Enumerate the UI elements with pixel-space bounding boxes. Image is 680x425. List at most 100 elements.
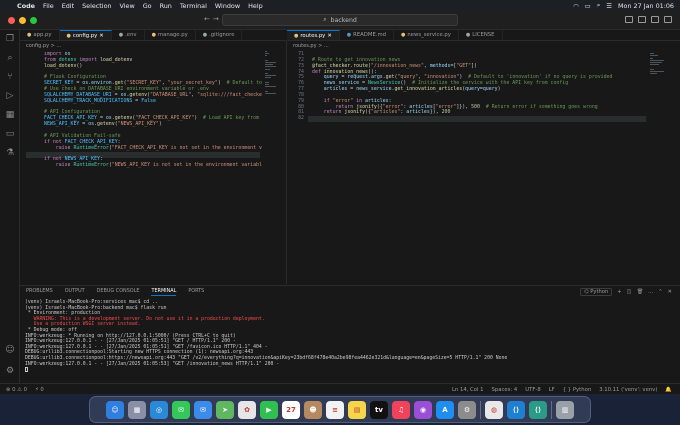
panel-tab-output[interactable]: OUTPUT xyxy=(65,288,85,296)
new-terminal-icon[interactable]: + xyxy=(617,289,621,295)
problems-status[interactable]: ⊗ 0 ⚠ 0 xyxy=(6,387,27,393)
dock-music-icon[interactable]: ♫ xyxy=(392,400,410,419)
dock-contacts-icon[interactable]: ☻ xyxy=(304,400,322,419)
python-interpreter[interactable]: 3.10.11 ('venv': venv) xyxy=(599,387,657,393)
wifi-icon[interactable]: ◠ xyxy=(573,2,579,10)
extensions-icon[interactable]: ▦ xyxy=(5,110,15,120)
close-tab-icon[interactable]: ✕ xyxy=(327,31,331,41)
clock[interactable]: Mon 27 Jan 01:06 xyxy=(618,2,674,10)
ports-status[interactable]: ⚡ 0 xyxy=(35,387,44,393)
menu-file[interactable]: File xyxy=(43,2,54,10)
dock-messages-icon[interactable]: ✉ xyxy=(172,400,190,419)
code-line[interactable] xyxy=(44,169,262,175)
maximize-window-button[interactable] xyxy=(30,17,37,24)
dock-podcasts-icon[interactable]: ◉ xyxy=(414,400,432,419)
split-terminal-icon[interactable]: ◫ xyxy=(627,289,632,295)
trash-icon[interactable]: 🗑 xyxy=(637,289,644,295)
tab-routes-py[interactable]: ● routes.py ✕ xyxy=(287,30,340,41)
dock-safari-icon[interactable]: ◎ xyxy=(150,400,168,419)
back-arrow-icon[interactable]: ← xyxy=(204,15,210,23)
close-tab-icon[interactable]: ✕ xyxy=(99,31,103,41)
notifications-bell-icon[interactable]: 🔔 xyxy=(665,387,672,393)
dock-calendar-icon[interactable]: 27 xyxy=(282,400,300,419)
tab-gitignore[interactable]: ● .gitignore xyxy=(196,30,243,40)
dock-maps-icon[interactable]: ➤ xyxy=(216,400,234,419)
panel-tab-ports[interactable]: PORTS xyxy=(188,288,204,296)
breadcrumb[interactable]: routes.py > ... xyxy=(293,42,329,50)
editor-group-divider[interactable] xyxy=(286,41,287,284)
dock-photos-icon[interactable]: ✿ xyxy=(238,400,256,419)
dock-facetime-icon[interactable]: ▶ xyxy=(260,400,278,419)
menu-terminal[interactable]: Terminal xyxy=(180,2,207,10)
minimize-window-button[interactable] xyxy=(19,17,26,24)
tab-app-py[interactable]: ● app.py xyxy=(20,30,60,40)
dock-vs-code-icon[interactable]: ⟨⟩ xyxy=(507,400,525,419)
testing-icon[interactable]: ⚗ xyxy=(5,148,15,158)
explorer-icon[interactable]: ❐ xyxy=(5,34,15,44)
tab-manage-py[interactable]: ● manage.py xyxy=(145,30,196,40)
panel-tab-debug-console[interactable]: DEBUG CONSOLE xyxy=(97,288,140,296)
source-control-icon[interactable]: ⑂ xyxy=(5,72,15,82)
dock-mail-icon[interactable]: ✉ xyxy=(194,400,212,419)
search-icon[interactable]: ⌕ xyxy=(597,1,601,10)
dock-app-store-icon[interactable]: A xyxy=(436,400,454,419)
menu-app-name[interactable]: Code xyxy=(17,2,35,10)
dock-vs-code-insiders-icon[interactable]: ⟨⟩ xyxy=(529,400,547,419)
tab-label: README.md xyxy=(353,32,386,38)
menu-view[interactable]: View xyxy=(120,2,135,10)
close-window-button[interactable] xyxy=(8,17,15,24)
menu-edit[interactable]: Edit xyxy=(62,2,74,10)
manage-gear-icon[interactable]: ⚙ xyxy=(5,366,15,376)
tab-license[interactable]: ● LICENSE xyxy=(459,30,503,40)
maximize-panel-icon[interactable]: ⌃ xyxy=(658,289,662,295)
remote-explorer-icon[interactable]: ▭ xyxy=(5,129,15,139)
dock-chrome-icon[interactable]: ◍ xyxy=(485,400,503,419)
terminal-output[interactable]: (venv) Israels-MacBook-Pro:services mac$… xyxy=(25,300,507,374)
left-minimap[interactable] xyxy=(265,51,279,201)
toggle-secondary-sidebar-icon[interactable] xyxy=(651,16,659,23)
dock-reminders-icon[interactable]: ≡ xyxy=(326,400,344,419)
search-icon[interactable]: ⌕ xyxy=(5,53,15,63)
toggle-panel-icon[interactable] xyxy=(638,16,646,23)
indentation-status[interactable]: Spaces: 4 xyxy=(492,387,518,393)
code-line[interactable] xyxy=(312,116,648,122)
forward-arrow-icon[interactable]: → xyxy=(213,15,219,23)
cursor-position[interactable]: Ln 14, Col 1 xyxy=(452,387,484,393)
breadcrumb[interactable]: config.py > ... xyxy=(26,42,61,50)
menu-go[interactable]: Go xyxy=(143,2,152,10)
dock-finder-icon[interactable]: ☺ xyxy=(106,400,124,419)
routes-py-code[interactable]: # Route to get innovation news @fact_chec… xyxy=(312,52,648,282)
dock-notes-icon[interactable]: ▤ xyxy=(348,400,366,419)
customize-layout-icon[interactable] xyxy=(664,16,672,23)
account-icon[interactable]: ☺ xyxy=(5,345,15,355)
battery-icon[interactable]: ▭ xyxy=(585,2,591,10)
run-debug-icon[interactable]: ▷ xyxy=(5,91,15,101)
more-actions-icon[interactable]: … xyxy=(648,289,653,295)
dock-launchpad-icon[interactable]: ▦ xyxy=(128,400,146,419)
config-py-code[interactable]: import os from dotenv import load_dotenv l… xyxy=(44,52,262,282)
toggle-sidebar-icon[interactable] xyxy=(625,16,633,23)
encoding-status[interactable]: UTF-8 xyxy=(525,387,540,393)
language-mode[interactable]: { } Python xyxy=(563,387,591,393)
right-minimap[interactable] xyxy=(650,51,664,201)
eol-status[interactable]: LF xyxy=(549,387,555,393)
panel-tab-terminal[interactable]: TERMINAL xyxy=(151,288,177,296)
panel-tab-problems[interactable]: PROBLEMS xyxy=(26,288,53,296)
menu-run[interactable]: Run xyxy=(160,2,172,10)
tab-news-service-py[interactable]: ● news_service.py xyxy=(394,30,459,40)
code-line[interactable]: raise RuntimeError("FACT_CHECK_API_KEY i… xyxy=(44,145,262,152)
control-center-icon[interactable]: ☰ xyxy=(606,2,612,10)
tab-config-py[interactable]: ● config.py ✕ xyxy=(59,30,112,41)
dock-tv-icon[interactable]: tv xyxy=(370,400,388,419)
menu-selection[interactable]: Selection xyxy=(82,2,111,10)
code-line[interactable]: raise RuntimeError("NEWS_API_KEY is not … xyxy=(44,162,262,169)
dock-trash-icon[interactable]: ▥ xyxy=(556,400,574,419)
menu-help[interactable]: Help xyxy=(248,2,263,10)
tab-env[interactable]: ● .env xyxy=(112,30,145,40)
menu-window[interactable]: Window xyxy=(215,2,240,10)
tab-readme-md[interactable]: ● README.md xyxy=(340,30,394,40)
command-center-search[interactable]: ⌕ backend xyxy=(222,14,458,26)
close-panel-icon[interactable]: ✕ xyxy=(668,289,672,295)
dock-system-settings-icon[interactable]: ⚙ xyxy=(458,400,476,419)
terminal-python-badge[interactable]: ⌬ Python xyxy=(580,288,613,296)
